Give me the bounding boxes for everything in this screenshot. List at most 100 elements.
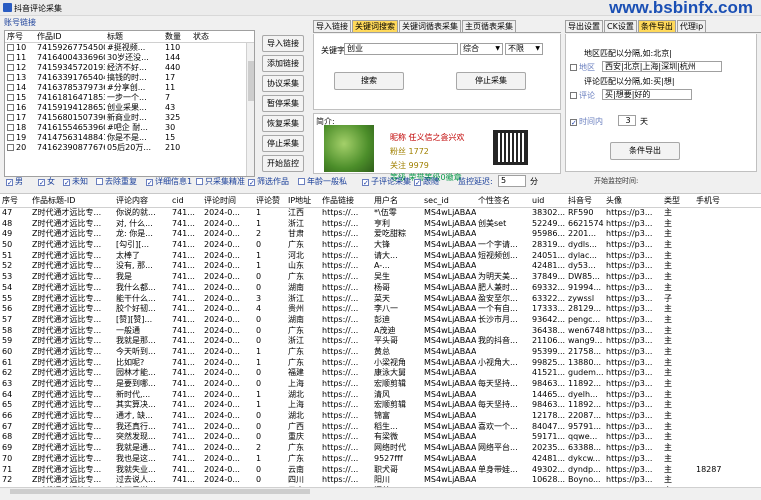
time-select[interactable]: 不限 [505, 43, 543, 55]
option-checkbox[interactable]: 年龄一般私 [298, 176, 347, 187]
row-checkbox[interactable] [7, 84, 14, 91]
option-checkbox[interactable]: 跟随 [414, 176, 439, 187]
row-checkbox[interactable] [7, 74, 14, 81]
table-row[interactable]: 48 Z时代通才远比专... 对, 什么... 741... 2024-0... 1 浙江 h… [0, 219, 761, 230]
settings-tab[interactable]: CK设置 [604, 20, 637, 32]
time-checkbox[interactable]: 时间内 [570, 116, 603, 127]
account-row[interactable]: 13 7416339176540425484搞钱的时... 17 [5, 73, 254, 83]
option-checkbox[interactable]: 详细信息1 [146, 176, 192, 187]
table-row[interactable]: 70 Z时代通才远比专... 我也是这... 741... 2024-0... 1 广东 ht… [0, 454, 761, 465]
table-row[interactable]: 67 Z时代通才远比专... 我还真行... 741... 2024-0... 0 广西 ht… [0, 422, 761, 433]
region-checkbox[interactable]: 地区 [570, 62, 595, 73]
table-row[interactable]: 64 Z时代通才远比专... 新时代,... 741... 2024-0... 1 湖北 ht… [0, 390, 761, 401]
row-checkbox[interactable] [7, 144, 14, 151]
start-monitor-button[interactable]: 开始监控 [262, 155, 304, 172]
table-row[interactable]: 69 Z时代通才远比专... 我就是通... 741... 2024-0... 2 广东 ht… [0, 443, 761, 454]
table-row[interactable]: 55 Z时代通才远比专... 能干什么... 741... 2024-0... 3 浙江 ht… [0, 294, 761, 305]
import-link-button[interactable]: 导入链接 [262, 35, 304, 52]
account-row[interactable]: 14 7416378537973681446#分享创... 11 [5, 83, 254, 93]
option-checkbox-box[interactable] [146, 179, 153, 186]
row-checkbox[interactable] [7, 114, 14, 121]
table-row[interactable]: 58 Z时代通才远比专... 一般通 741... 2024-0... 0 广东 https:… [0, 326, 761, 337]
keyword-tab[interactable]: 主页循表采集 [462, 20, 516, 32]
search-button[interactable]: 搜索 [334, 72, 404, 90]
account-row[interactable]: 20 741623908776760454305后20万... 210 [5, 143, 254, 153]
add-link-button[interactable]: 添加链接 [262, 55, 304, 72]
option-checkbox[interactable]: 女 [38, 176, 55, 187]
keyword-input[interactable]: 创业 [344, 43, 458, 55]
account-row[interactable]: 19 7414756314884148489你是不是... 15 [5, 133, 254, 143]
row-checkbox[interactable] [7, 124, 14, 131]
row-checkbox[interactable] [7, 104, 14, 111]
option-checkbox[interactable]: 筛选作品 [248, 176, 289, 187]
option-checkbox[interactable]: 去除重复 [96, 176, 137, 187]
account-row[interactable]: 16 7415919412865223977创业采果... 43 [5, 103, 254, 113]
scrollbar-thumb[interactable] [10, 489, 310, 494]
option-checkbox-box[interactable] [63, 179, 70, 186]
option-checkbox-box[interactable] [248, 179, 255, 186]
protocol-collect-button[interactable]: 协议采集 [262, 75, 304, 92]
settings-tab[interactable]: 代理ip [676, 20, 707, 32]
option-checkbox-box[interactable] [96, 178, 103, 185]
option-checkbox-box[interactable] [196, 178, 203, 185]
option-checkbox-box[interactable] [298, 178, 305, 185]
account-list[interactable]: 序号 作品ID 标题 数量 状态 10 7415926775450029352#挺视频..… [4, 30, 255, 177]
stop-collect-button[interactable]: 停止采集 [456, 72, 526, 90]
table-row[interactable]: 47 Z时代通才远比专... 你说的就... 741... 2024-0... 1 江西 ht… [0, 208, 761, 219]
comments-table-hscrollbar[interactable] [0, 487, 761, 494]
comments-table[interactable]: 序号 作品标题-ID 评论内容 cid 评论时间 评论赞 IP地址 作品链接 用户名 sec_id… [0, 193, 761, 494]
account-row[interactable]: 12 7415934572019338506经济不好... 440 [5, 63, 254, 73]
row-checkbox[interactable] [7, 54, 14, 61]
option-checkbox-box[interactable] [414, 179, 421, 186]
option-checkbox-box[interactable] [6, 179, 13, 186]
row-checkbox[interactable] [7, 44, 14, 51]
row-checkbox[interactable] [7, 134, 14, 141]
sort-select[interactable]: 综合 [460, 43, 503, 55]
table-row[interactable]: 72 Z时代通才远比专... 过去说人... 741... 2024-0... 0 四川 ht… [0, 475, 761, 486]
resume-collect-button[interactable]: 恢复采集 [262, 115, 304, 132]
table-row[interactable]: 49 Z时代通才远比专... 龙: 你是... 741... 2024-0... 2 甘肃 h… [0, 229, 761, 240]
account-row[interactable]: 18 7416155465396063500#吧企 耐... 30 [5, 123, 254, 133]
table-row[interactable]: 56 Z时代通才远比专... 胶个好韧... 741... 2024-0... 4 贵州 ht… [0, 304, 761, 315]
table-row[interactable]: 63 Z时代通才远比专... 是要到哪... 741... 2024-0... 0 上海 ht… [0, 379, 761, 390]
stop-collect-side-button[interactable]: 停止采集 [262, 135, 304, 152]
option-checkbox[interactable]: 未知 [63, 176, 88, 187]
comment-input[interactable]: 买|想要|好的 [602, 89, 692, 100]
table-row[interactable]: 52 Z时代通才远比专... 没有, 那... 741... 2024-0... 1 山东 h… [0, 261, 761, 272]
table-row[interactable]: 57 Z时代通才远比专... [赞][赞]... 741... 2024-0... 0 湖南… [0, 315, 761, 326]
option-checkbox-box[interactable] [362, 179, 369, 186]
keyword-tab[interactable]: 导入链接 [313, 20, 351, 32]
table-row[interactable]: 60 Z时代通才远比专... 今天听到... 741... 2024-0... 1 广东 ht… [0, 347, 761, 358]
scrollbar-thumb[interactable] [248, 61, 254, 101]
table-row[interactable]: 51 Z时代通才远比专... 太棒了 741... 2024-0... 1 河北 https:… [0, 251, 761, 262]
region-checkbox-box[interactable] [570, 64, 577, 71]
region-input[interactable]: 西安|北京|上海|深圳|杭州 [602, 61, 722, 72]
option-checkbox-box[interactable] [38, 179, 45, 186]
pause-collect-button[interactable]: 暂停采集 [262, 95, 304, 112]
table-row[interactable]: 59 Z时代通才远比专... 我就是那... 741... 2024-0... 0 浙江 ht… [0, 336, 761, 347]
table-row[interactable]: 71 Z时代通才远比专... 我就失业... 741... 2024-0... 0 云南 ht… [0, 465, 761, 476]
time-checkbox-box[interactable] [570, 119, 577, 126]
table-row[interactable]: 65 Z时代通才远比专... 其实算决... 741... 2024-0... 1 上海 ht… [0, 400, 761, 411]
keyword-tab[interactable]: 关键词搜索 [352, 20, 398, 32]
account-row[interactable]: 10 7415926775450029352#挺视频... 110 [5, 43, 254, 53]
time-input[interactable]: 3 [618, 115, 636, 126]
settings-tab[interactable]: 导出设置 [565, 20, 603, 32]
row-checkbox[interactable] [7, 64, 14, 71]
comment-checkbox[interactable]: 评论 [570, 90, 595, 101]
row-checkbox[interactable] [7, 94, 14, 101]
table-row[interactable]: 68 Z时代通才远比专... 突然发现... 741... 2024-0... 0 重庆 ht… [0, 432, 761, 443]
table-row[interactable]: 53 Z时代通才远比专... 我是 741... 2024-0... 0 广东 https:/… [0, 272, 761, 283]
table-row[interactable]: 62 Z时代通才远比专... 园林才能... 741... 2024-0... 0 福建 ht… [0, 368, 761, 379]
option-checkbox[interactable]: 男 [6, 176, 23, 187]
keyword-tab[interactable]: 关键词循表采集 [399, 20, 461, 32]
account-row[interactable]: 11 741640043369601771530岁还没... 144 [5, 53, 254, 63]
account-list-scrollbar[interactable] [246, 43, 254, 176]
option-checkbox[interactable]: 子评论采集 [362, 176, 411, 187]
account-row[interactable]: 15 7416181647185300771一步一个... 7 [5, 93, 254, 103]
account-row[interactable]: 17 7415680150739635483新商业时... 325 [5, 113, 254, 123]
comment-checkbox-box[interactable] [570, 92, 577, 99]
table-row[interactable]: 61 Z时代通才远比专... 比如呢? 741... 2024-0... 1 广东 https… [0, 358, 761, 369]
table-row[interactable]: 50 Z时代通才远比专... [勾引][... 741... 2024-0... 0 广东 h… [0, 240, 761, 251]
monitor-delay-input[interactable]: 5 [498, 175, 526, 187]
